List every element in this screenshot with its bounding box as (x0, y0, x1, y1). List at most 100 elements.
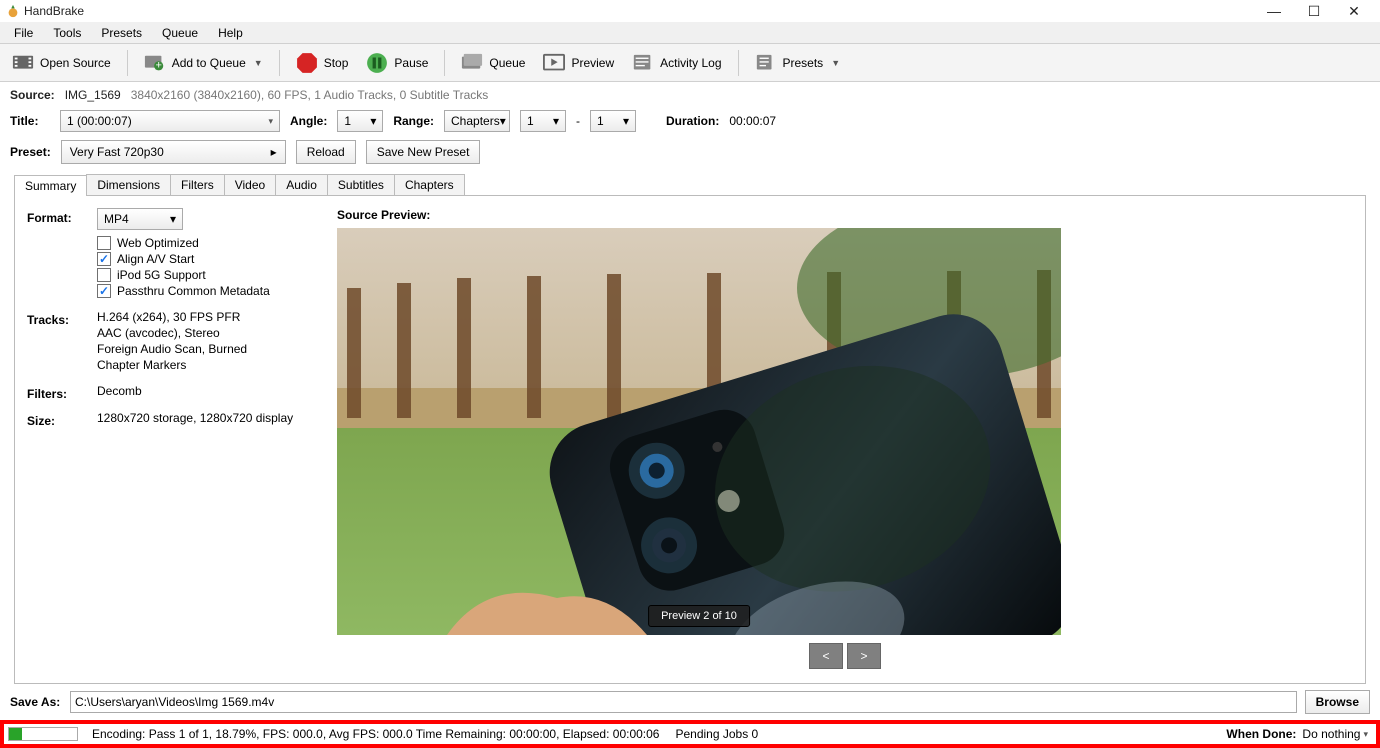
open-source-button[interactable]: Open Source (6, 50, 117, 76)
progress-fill (9, 728, 22, 740)
status-bar: Encoding: Pass 1 of 1, 18.79%, FPS: 000.… (0, 720, 1380, 748)
save-new-preset-button[interactable]: Save New Preset (366, 140, 481, 164)
range-to-select[interactable]: 1 ▾ (590, 110, 636, 132)
angle-label: Angle: (290, 114, 327, 128)
track-item: H.264 (x264), 30 FPS PFR (97, 310, 317, 324)
tab-summary[interactable]: Summary (14, 175, 87, 196)
summary-panel: Format: MP4 ▾ Web Optimized Align A/V St… (14, 196, 1366, 684)
menu-queue[interactable]: Queue (152, 24, 208, 42)
chevron-down-icon: ▾ (170, 212, 176, 226)
chevron-down-icon: ▾ (553, 114, 559, 128)
menu-tools[interactable]: Tools (43, 24, 91, 42)
separator (444, 50, 445, 76)
range-from-select[interactable]: 1 ▾ (520, 110, 566, 132)
track-item: AAC (avcodec), Stereo (97, 326, 317, 340)
range-type-value: Chapters (451, 114, 500, 128)
preview-prev-button[interactable]: < (809, 643, 843, 669)
range-type-select[interactable]: Chapters ▾ (444, 110, 510, 132)
reload-button[interactable]: Reload (296, 140, 356, 164)
filters-label: Filters: (27, 384, 97, 401)
title-value: 1 (00:00:07) (67, 114, 132, 128)
tab-video[interactable]: Video (224, 174, 276, 195)
preset-select[interactable]: Very Fast 720p30 ▸ (61, 140, 286, 164)
source-row: Source: IMG_1569 3840x2160 (3840x2160), … (0, 82, 1380, 102)
title-row: Title: 1 (00:00:07) ▾ Angle: 1 ▾ Range: … (0, 102, 1380, 132)
preset-row: Preset: Very Fast 720p30 ▸ Reload Save N… (0, 132, 1380, 164)
summary-right: Source Preview: (337, 208, 1353, 671)
checkbox-icon (97, 236, 111, 250)
source-preview-image: Preview 2 of 10 (337, 228, 1061, 635)
menu-help[interactable]: Help (208, 24, 253, 42)
close-button[interactable]: ✕ (1334, 3, 1374, 20)
tab-subtitles[interactable]: Subtitles (327, 174, 395, 195)
tracks-list: H.264 (x264), 30 FPS PFR AAC (avcodec), … (97, 310, 317, 374)
save-as-input[interactable] (70, 691, 1297, 713)
tab-filters[interactable]: Filters (170, 174, 225, 195)
stop-button[interactable]: Stop (290, 50, 355, 76)
preset-value: Very Fast 720p30 (70, 145, 164, 159)
presets-button[interactable]: Presets ▼ (749, 50, 847, 76)
tab-bar: Summary Dimensions Filters Video Audio S… (14, 174, 1366, 196)
pending-jobs: Pending Jobs 0 (675, 727, 758, 741)
range-to-value: 1 (597, 114, 604, 128)
preview-next-button[interactable]: > (847, 643, 881, 669)
chevron-down-icon: ▾ (1363, 729, 1368, 740)
source-label: Source: (10, 88, 55, 102)
minimize-button[interactable]: — (1254, 3, 1294, 19)
svg-text:+: + (155, 60, 161, 72)
range-separator: - (576, 114, 580, 128)
angle-select[interactable]: 1 ▾ (337, 110, 383, 132)
dropdown-icon: ▼ (831, 58, 840, 68)
ipod-checkbox[interactable]: iPod 5G Support (97, 268, 317, 282)
when-done-label: When Done: (1226, 727, 1296, 741)
maximize-button[interactable]: ☐ (1294, 3, 1334, 20)
separator (279, 50, 280, 76)
track-item: Chapter Markers (97, 358, 317, 372)
add-to-queue-button[interactable]: + Add to Queue ▼ (138, 50, 269, 76)
tracks-label: Tracks: (27, 310, 97, 327)
queue-icon (461, 53, 483, 73)
chevron-down-icon: ▾ (268, 116, 273, 127)
align-av-label: Align A/V Start (117, 252, 194, 266)
title-label: Title: (10, 114, 50, 128)
size-value: 1280x720 storage, 1280x720 display (97, 411, 317, 425)
ipod-label: iPod 5G Support (117, 268, 206, 282)
pause-label: Pause (394, 56, 428, 70)
source-preview-label: Source Preview: (337, 208, 1353, 222)
preview-button[interactable]: Preview (537, 50, 620, 76)
when-done-select[interactable]: Do nothing ▾ (1302, 727, 1368, 741)
tab-audio[interactable]: Audio (275, 174, 328, 195)
pause-icon (366, 53, 388, 73)
title-select[interactable]: 1 (00:00:07) ▾ (60, 110, 280, 132)
menu-presets[interactable]: Presets (91, 24, 152, 42)
browse-button[interactable]: Browse (1305, 690, 1370, 714)
tab-chapters[interactable]: Chapters (394, 174, 465, 195)
when-done-value: Do nothing (1302, 727, 1360, 741)
chevron-down-icon: ▾ (623, 114, 629, 128)
presets-icon (755, 53, 777, 73)
pause-button[interactable]: Pause (360, 50, 434, 76)
size-label: Size: (27, 411, 97, 428)
menu-bar: File Tools Presets Queue Help (0, 22, 1380, 44)
preview-label: Preview (571, 56, 614, 70)
tab-dimensions[interactable]: Dimensions (86, 174, 171, 195)
save-as-label: Save As: (10, 695, 62, 709)
summary-left: Format: MP4 ▾ Web Optimized Align A/V St… (27, 208, 317, 671)
dropdown-icon: ▼ (254, 58, 263, 68)
track-item: Foreign Audio Scan, Burned (97, 342, 317, 356)
angle-value: 1 (344, 114, 351, 128)
format-select[interactable]: MP4 ▾ (97, 208, 183, 230)
range-from-value: 1 (527, 114, 534, 128)
toolbar: Open Source + Add to Queue ▼ Stop Pause … (0, 44, 1380, 82)
queue-button[interactable]: Queue (455, 50, 531, 76)
activity-log-button[interactable]: Activity Log (626, 50, 727, 76)
filters-value: Decomb (97, 384, 317, 398)
duration-value: 00:00:07 (729, 114, 776, 128)
presets-label: Presets (783, 56, 824, 70)
web-optimized-checkbox[interactable]: Web Optimized (97, 236, 317, 250)
align-av-checkbox[interactable]: Align A/V Start (97, 252, 317, 266)
passthru-meta-checkbox[interactable]: Passthru Common Metadata (97, 284, 317, 298)
chevron-right-icon: ▸ (271, 145, 277, 159)
menu-file[interactable]: File (4, 24, 43, 42)
range-label: Range: (393, 114, 434, 128)
